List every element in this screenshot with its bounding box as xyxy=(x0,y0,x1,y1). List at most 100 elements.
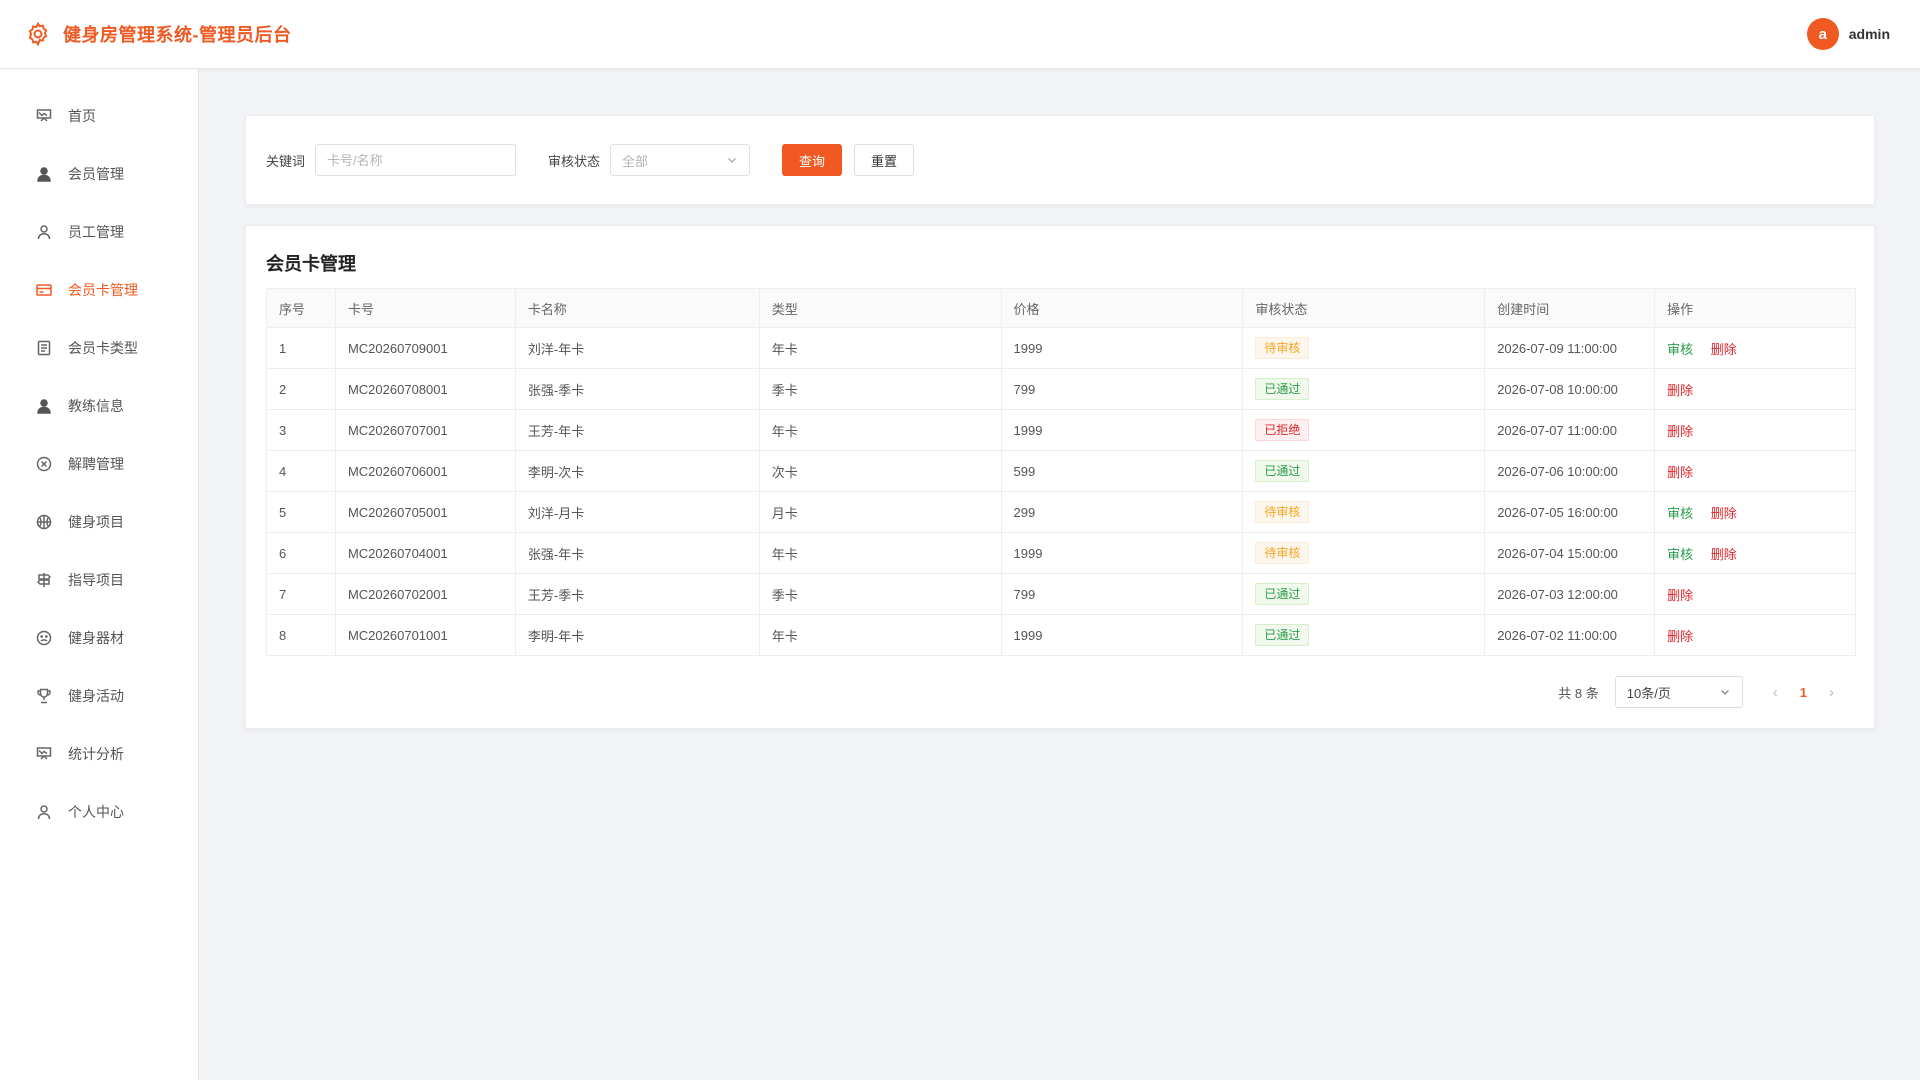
sidebar-item-coaches[interactable]: 教练信息 xyxy=(0,377,198,435)
cell-card-no: MC20260708001 xyxy=(334,368,516,410)
cell-card-no: MC20260706001 xyxy=(334,450,516,492)
delete-button[interactable]: 删除 xyxy=(1667,465,1693,480)
delete-button[interactable]: 删除 xyxy=(1667,629,1693,644)
sidebar-item-fitness-projects[interactable]: 健身项目 xyxy=(0,493,198,551)
audit-button[interactable]: 审核 xyxy=(1667,342,1693,357)
member-card-table: 序号 卡号 卡名称 类型 价格 审核状态 创建时间 操作 1 MC2026070… xyxy=(266,288,1856,656)
delete-button[interactable]: 删除 xyxy=(1711,506,1737,521)
status-badge: 已通过 xyxy=(1255,624,1310,646)
cell-name: 张强-年卡 xyxy=(514,532,760,574)
sidebar-item-label: 员工管理 xyxy=(68,224,124,240)
cell-card-no: MC20260701001 xyxy=(334,614,516,656)
username[interactable]: admin xyxy=(1849,26,1890,42)
cell-index: 7 xyxy=(266,573,336,615)
cell-type: 次卡 xyxy=(758,450,1002,492)
delete-button[interactable]: 删除 xyxy=(1667,383,1693,398)
cell-index: 5 xyxy=(266,491,336,533)
delete-button[interactable]: 删除 xyxy=(1711,547,1737,562)
chevron-down-icon xyxy=(728,158,736,163)
status-label: 审核状态 xyxy=(548,153,601,169)
status-badge: 待审核 xyxy=(1255,501,1310,523)
cell-price: 599 xyxy=(1000,450,1244,492)
sidebar-item-home[interactable]: 首页 xyxy=(0,87,198,145)
table-row: 4 MC20260706001 李明-次卡 次卡 599 已通过 2026-07… xyxy=(266,450,1856,492)
sidebar-item-card-types[interactable]: 会员卡类型 xyxy=(0,319,198,377)
table-header-row: 序号 卡号 卡名称 类型 价格 审核状态 创建时间 操作 xyxy=(266,288,1856,328)
cell-created: 2026-07-08 10:00:00 xyxy=(1484,368,1656,410)
delete-button[interactable]: 删除 xyxy=(1711,342,1737,357)
column-header: 创建时间 xyxy=(1484,288,1656,328)
cell-created: 2026-07-03 12:00:00 xyxy=(1484,573,1656,615)
audit-button[interactable]: 审核 xyxy=(1667,547,1693,562)
sidebar-item-member-cards[interactable]: 会员卡管理 xyxy=(0,261,198,319)
delete-button[interactable]: 删除 xyxy=(1667,588,1693,603)
signpost-icon xyxy=(35,571,53,589)
sidebar-item-dismissal[interactable]: 解聘管理 xyxy=(0,435,198,493)
cell-created: 2026-07-09 11:00:00 xyxy=(1484,327,1656,369)
table-row: 6 MC20260704001 张强-年卡 年卡 1999 待审核 2026-0… xyxy=(266,532,1856,574)
column-header: 序号 xyxy=(266,288,336,328)
sidebar-item-activities[interactable]: 健身活动 xyxy=(0,667,198,725)
keyword-label: 关键词 xyxy=(266,153,306,169)
cell-name: 王芳-年卡 xyxy=(514,409,760,451)
brand: 健身房管理系统-管理员后台 xyxy=(25,21,292,47)
cell-created: 2026-07-06 10:00:00 xyxy=(1484,450,1656,492)
sidebar-item-profile[interactable]: 个人中心 xyxy=(0,783,198,841)
chevron-down-icon xyxy=(1720,690,1729,695)
status-badge: 已通过 xyxy=(1255,583,1310,605)
user-filled-icon xyxy=(35,397,53,415)
table-row: 8 MC20260701001 李明-年卡 年卡 1999 已通过 2026-0… xyxy=(266,614,1856,656)
table-row: 5 MC20260705001 刘洋-月卡 月卡 299 待审核 2026-07… xyxy=(266,491,1856,533)
status-badge: 已通过 xyxy=(1255,460,1310,482)
cell-price: 799 xyxy=(1000,368,1244,410)
cell-index: 2 xyxy=(266,368,336,410)
page-number[interactable]: 1 xyxy=(1788,685,1819,700)
sidebar-item-label: 健身项目 xyxy=(68,514,124,530)
presentation-board-icon xyxy=(35,745,53,763)
sidebar-item-equipment[interactable]: 健身器材 xyxy=(0,609,198,667)
page-size-value: 10条/页 xyxy=(1626,685,1671,701)
query-button[interactable]: 查询 xyxy=(782,144,843,176)
avatar[interactable]: a xyxy=(1806,18,1839,50)
status-badge: 待审核 xyxy=(1255,337,1310,359)
keyword-input[interactable] xyxy=(315,144,517,176)
cell-type: 季卡 xyxy=(758,368,1002,410)
column-header: 价格 xyxy=(1000,288,1244,328)
cell-name: 李明-年卡 xyxy=(514,614,760,656)
cell-price: 1999 xyxy=(1000,327,1244,369)
sidebar-item-members[interactable]: 会员管理 xyxy=(0,145,198,203)
sidebar-item-guidance-projects[interactable]: 指导项目 xyxy=(0,551,198,609)
user-menu[interactable]: a admin xyxy=(1806,18,1890,50)
column-header: 操作 xyxy=(1654,288,1856,328)
sidebar-item-staff[interactable]: 员工管理 xyxy=(0,203,198,261)
table-row: 1 MC20260709001 刘洋-年卡 年卡 1999 待审核 2026-0… xyxy=(266,327,1856,369)
audit-button[interactable]: 审核 xyxy=(1667,506,1693,521)
cell-name: 刘洋-月卡 xyxy=(514,491,760,533)
sidebar-item-label: 会员管理 xyxy=(68,166,124,182)
cell-card-no: MC20260705001 xyxy=(334,491,516,533)
chevron-left-icon[interactable]: ‹ xyxy=(1763,684,1788,701)
delete-button[interactable]: 删除 xyxy=(1667,424,1693,439)
cell-created: 2026-07-04 15:00:00 xyxy=(1484,532,1656,574)
sidebar-item-statistics[interactable]: 统计分析 xyxy=(0,725,198,783)
cell-type: 年卡 xyxy=(758,409,1002,451)
page-size-select[interactable]: 10条/页 xyxy=(1614,676,1743,708)
member-card-panel: 会员卡管理 序号 卡号 卡名称 类型 价格 审核状态 创建时间 操作 1 MC2… xyxy=(245,225,1875,729)
cell-name: 李明-次卡 xyxy=(514,450,760,492)
cell-price: 299 xyxy=(1000,491,1244,533)
trophy-icon xyxy=(35,687,53,705)
chevron-right-icon[interactable]: › xyxy=(1819,684,1844,701)
cell-index: 6 xyxy=(266,532,336,574)
sidebar-item-label: 健身器材 xyxy=(68,630,124,646)
status-badge: 已通过 xyxy=(1255,378,1310,400)
cell-index: 4 xyxy=(266,450,336,492)
face-icon xyxy=(35,629,53,647)
status-select[interactable]: 全部 xyxy=(610,144,751,176)
cell-card-no: MC20260709001 xyxy=(334,327,516,369)
sidebar-item-label: 会员卡类型 xyxy=(68,340,138,356)
cell-created: 2026-07-07 11:00:00 xyxy=(1484,409,1656,451)
reset-button[interactable]: 重置 xyxy=(854,144,915,176)
sidebar-item-label: 教练信息 xyxy=(68,398,124,414)
cell-name: 张强-季卡 xyxy=(514,368,760,410)
document-icon xyxy=(35,339,53,357)
